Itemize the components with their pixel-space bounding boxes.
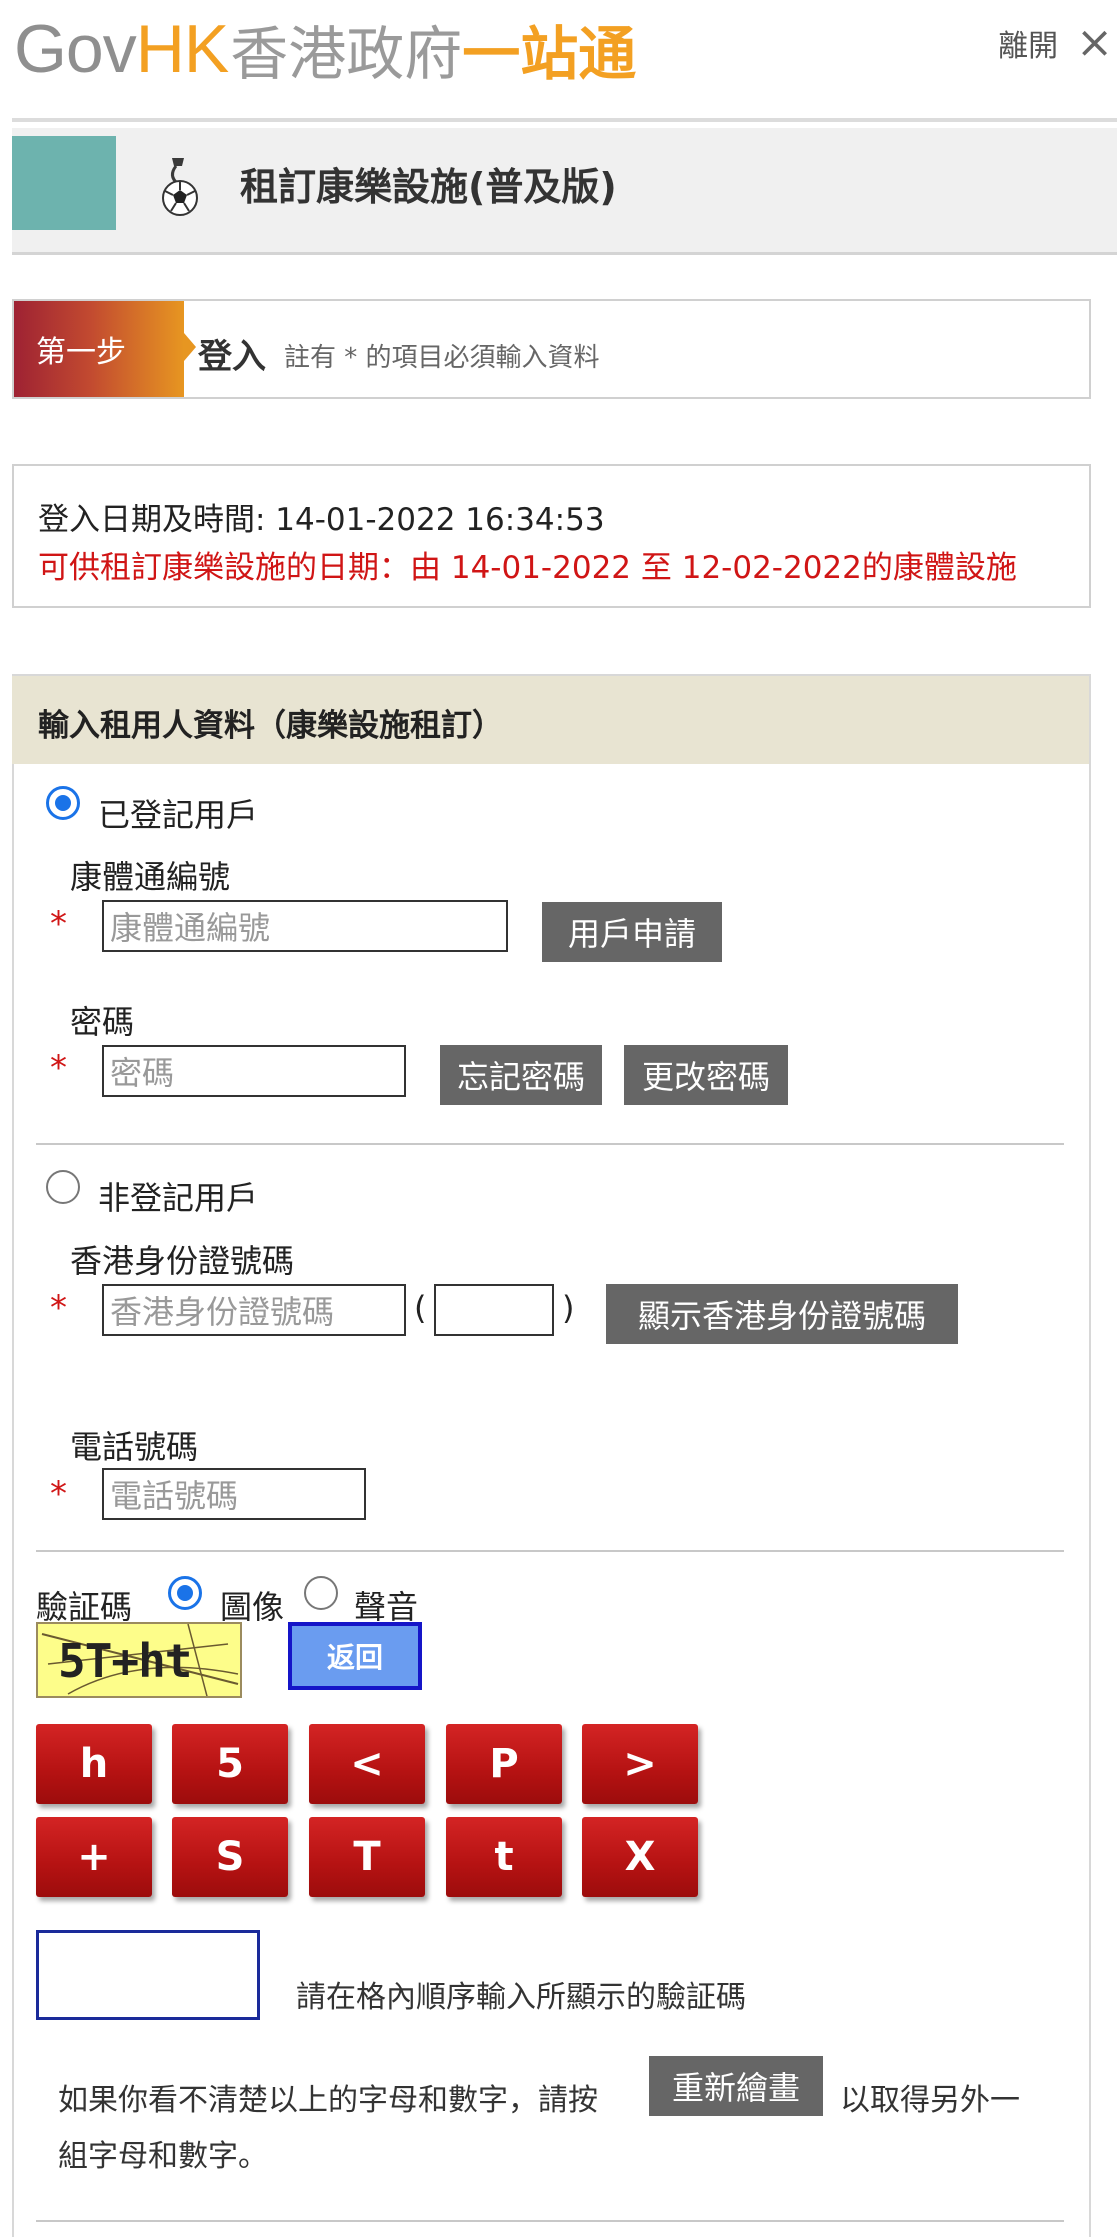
bottom-divider (36, 2220, 1064, 2222)
user-apply-button[interactable]: 用戶申請 (542, 902, 722, 962)
password-label: 密碼 (70, 1003, 135, 1041)
registered-user-radio[interactable] (46, 786, 80, 820)
captcha-key[interactable]: + (36, 1817, 152, 1897)
required-mark: * (50, 1048, 67, 1088)
govhk-logo[interactable]: Gov HK 香港政府 一站通 (14, 6, 636, 92)
hkid-input[interactable]: 香港身份證號碼 (102, 1284, 406, 1336)
form-heading: 輸入租用人資料（康樂設施租訂） (38, 708, 503, 744)
hkid-label: 香港身份證號碼 (70, 1242, 295, 1280)
captcha-key[interactable]: 5 (172, 1724, 288, 1804)
redraw-text-after: 以取得另外一 (840, 2083, 1020, 2118)
captcha-key[interactable]: < (309, 1724, 425, 1804)
logo-cn-orange-text: 一站通 (462, 20, 637, 88)
title-accent-block (12, 136, 116, 230)
unregistered-user-radio[interactable] (46, 1170, 80, 1204)
logo-cn-grey-text: 香港政府 (230, 20, 463, 88)
required-mark: * (50, 904, 67, 944)
required-note: 註有 * 的項目必須輸入資料 (284, 343, 600, 373)
required-mark: * (50, 1288, 67, 1328)
registered-user-label: 已登記用戶 (98, 796, 259, 834)
section-divider (36, 1143, 1064, 1145)
redraw-button[interactable]: 重新繪畫 (649, 2056, 823, 2116)
page-title: 租訂康樂設施(普及版) (240, 165, 617, 209)
captcha-audio-radio[interactable] (304, 1576, 338, 1610)
phone-input[interactable]: 電話號碼 (102, 1468, 366, 1520)
captcha-key[interactable]: > (582, 1724, 698, 1804)
captcha-image-text: 5T+ht (58, 1634, 192, 1688)
logo-gov-text: Gov (14, 11, 137, 87)
password-input[interactable]: 密碼 (102, 1045, 406, 1097)
form-header: 輸入租用人資料（康樂設施租訂） (12, 674, 1089, 764)
redraw-text-line2: 組字母和數字。 (58, 2139, 268, 2174)
booking-period: 可供租訂康樂設施的日期：由 14-01-2022 至 12-02-2022的康體… (38, 550, 1017, 586)
hkid-paren-close: ) (562, 1289, 575, 1327)
phone-label: 電話號碼 (70, 1428, 199, 1466)
exit-button[interactable]: 離開 × (998, 18, 1117, 68)
hkid-check-digit-input[interactable] (434, 1284, 554, 1336)
show-hkid-button[interactable]: 顯示香港身份證號碼 (606, 1284, 958, 1344)
step-badge: 第一步 (14, 301, 184, 397)
captcha-back-button[interactable]: 返回 (288, 1622, 422, 1690)
forgot-password-button[interactable]: 忘記密碼 (440, 1045, 602, 1105)
step-name: 登入 (198, 337, 266, 377)
title-bar: 租訂康樂設施(普及版) (12, 128, 1117, 255)
captcha-key[interactable]: h (36, 1724, 152, 1804)
captcha-key[interactable]: t (446, 1817, 562, 1897)
logo-hk-text: HK (135, 11, 229, 87)
captcha-image: 5T+ht (36, 1622, 242, 1698)
leisurelink-id-label: 康體通編號 (70, 858, 231, 896)
login-datetime: 登入日期及時間: 14-01-2022 16:34:53 (38, 502, 605, 538)
captcha-key[interactable]: T (309, 1817, 425, 1897)
section-divider (36, 1550, 1064, 1552)
leisurelink-id-input[interactable]: 康體通編號 (102, 900, 508, 952)
step-indicator: 第一步 登入 註有 * 的項目必須輸入資料 (12, 299, 1091, 399)
unregistered-user-label: 非登記用戶 (98, 1179, 259, 1217)
captcha-input-hint: 請在格內順序輸入所顯示的驗証碼 (296, 1980, 746, 2015)
sports-ball-icon (162, 158, 198, 216)
redraw-text-before: 如果你看不清楚以上的字母和數字，請按 (58, 2083, 598, 2118)
captcha-key[interactable]: S (172, 1817, 288, 1897)
captcha-key[interactable]: P (446, 1724, 562, 1804)
required-mark: * (50, 1474, 67, 1514)
exit-label: 離開 (998, 29, 1059, 64)
login-info-box: 登入日期及時間: 14-01-2022 16:34:53 可供租訂康樂設施的日期… (12, 464, 1091, 608)
header-divider (12, 118, 1117, 122)
captcha-image-radio[interactable] (168, 1576, 202, 1610)
close-icon: × (1076, 17, 1113, 68)
change-password-button[interactable]: 更改密碼 (624, 1045, 788, 1105)
hkid-paren-open: ( (414, 1289, 427, 1327)
step-arrow-icon (184, 333, 196, 361)
captcha-input[interactable] (36, 1930, 260, 2020)
captcha-key[interactable]: X (582, 1817, 698, 1897)
